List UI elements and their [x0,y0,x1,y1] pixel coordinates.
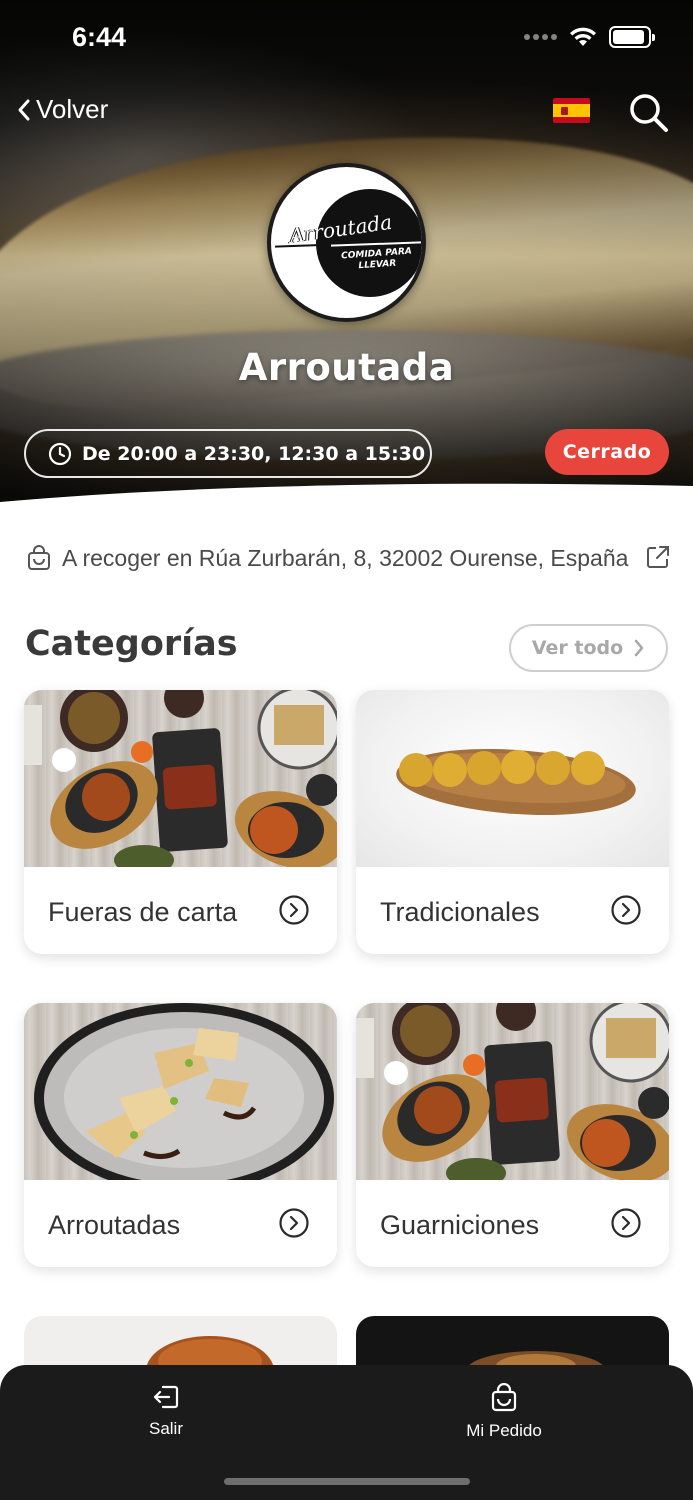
arrow-circle-icon [279,895,309,925]
chevron-left-icon [18,99,30,120]
hero-banner: 6:44 Volver Arroutada COMIDA PARA LLEVAR… [0,0,693,512]
category-card-guarniciones[interactable]: Guarniciones [356,1003,669,1267]
signal-icon [524,34,557,40]
opening-hours: De 20:00 a 23:30, 12:30 a 15:30 [24,429,432,478]
back-label: Volver [36,94,109,124]
category-image [356,1003,669,1180]
tab-logout[interactable]: Salir [66,1383,266,1439]
bag-icon [28,545,50,570]
category-label: Arroutadas [48,1210,181,1240]
category-card-tradicionales[interactable]: Tradicionales [356,690,669,954]
status-time: 6:44 [72,22,127,52]
tab-my-order[interactable]: Mi Pedido [404,1383,604,1441]
restaurant-name: Arroutada [238,346,455,389]
status-badge: Cerrado [545,429,669,475]
arrow-circle-icon [279,1208,309,1238]
category-card-arroutadas[interactable]: Arroutadas [24,1003,337,1267]
see-all-label: Ver todo [531,637,624,659]
arrow-circle-icon [611,1208,641,1238]
category-label: Fueras de carta [48,897,238,927]
wifi-icon [570,27,596,46]
battery-icon [609,26,655,48]
logout-icon [153,1385,179,1409]
categories-title: Categorías [25,624,238,664]
pickup-address-text: A recoger en Rúa Zurbarán, 8, 32002 Oure… [62,544,629,571]
bag-icon [491,1383,517,1412]
opening-hours-text: De 20:00 a 23:30, 12:30 a 15:30 [82,442,426,465]
chevron-right-icon [634,639,644,657]
category-label: Guarniciones [380,1210,540,1240]
category-card-fueras-de-carta[interactable]: Fueras de carta [24,690,337,954]
tab-label: Salir [148,1419,183,1438]
back-button[interactable]: Volver [16,94,108,125]
category-image [356,690,669,867]
tab-label: Mi Pedido [466,1421,542,1440]
search-icon[interactable] [626,90,670,134]
clock-icon [48,442,72,465]
hero-wave [0,483,693,512]
restaurant-logo: Arroutada COMIDA PARA LLEVAR [267,163,426,322]
spain-flag-icon[interactable] [553,98,590,123]
category-label: Tradicionales [380,897,540,927]
external-link-icon[interactable] [645,544,671,570]
see-all-button[interactable]: Ver todo [509,624,668,672]
bottom-navigation: Salir Mi Pedido [0,1365,693,1500]
category-image [24,1003,337,1180]
status-icons [524,26,655,48]
category-image [24,690,337,867]
home-indicator [224,1478,470,1485]
arrow-circle-icon [611,895,641,925]
pickup-address: A recoger en Rúa Zurbarán, 8, 32002 Oure… [26,538,671,578]
